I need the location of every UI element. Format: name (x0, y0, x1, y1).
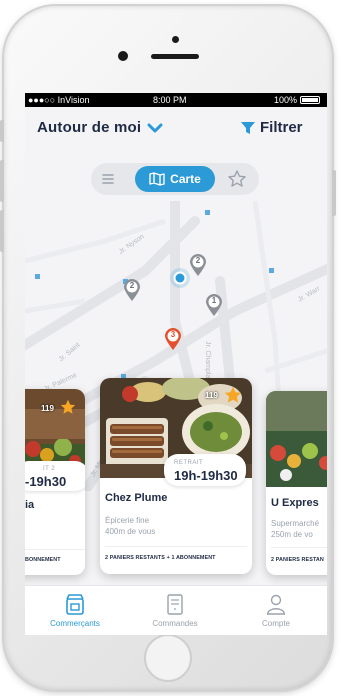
earpiece-speaker (151, 54, 199, 59)
front-camera (118, 51, 128, 61)
map-view-button[interactable]: Carte (135, 166, 215, 192)
stock-info: 2 PANIERS RESTAN (271, 557, 324, 563)
star-outline-icon (228, 170, 246, 187)
tab-commandes[interactable]: Commandes (125, 586, 225, 635)
filter-label: Filtrer (260, 119, 303, 136)
marker-number: 3 (170, 330, 176, 339)
star-icon (224, 386, 242, 403)
filter-button[interactable]: Filtrer (241, 119, 303, 136)
filter-icon (241, 121, 255, 134)
merchant-name: ia (25, 499, 35, 511)
pickup-time-box: IT 2 -19h30 (25, 461, 85, 491)
pickup-time: 19h-19h30 (174, 468, 238, 483)
home-button[interactable] (144, 634, 192, 682)
status-time: 8:00 PM (153, 95, 187, 105)
shop-icon (66, 594, 84, 615)
tab-compte[interactable]: Compte (225, 586, 327, 635)
map-marker-selected[interactable]: 3 (164, 327, 182, 351)
tab-bar: Commerçants Commandes Compte (25, 585, 327, 635)
stock-info: 2 PANIERS RESTANTS + 1 ABONNEMENT (105, 555, 216, 561)
merchant-card[interactable]: 119 RETRAIT 19h-19h30 Chez Plume Épiceri… (100, 378, 252, 574)
map-marker[interactable]: 2 (123, 278, 141, 302)
map-marker[interactable]: 2 (189, 253, 207, 277)
pickup-label: RETRAIT (174, 460, 204, 466)
power-button (332, 170, 336, 216)
merchant-card[interactable]: U Expres Supermarché 250m de vo 2 PANIER… (266, 391, 327, 575)
map-icon (149, 172, 165, 186)
location-selector[interactable]: Autour de moi (37, 119, 163, 136)
merchant-name: Chez Plume (105, 492, 168, 504)
orders-icon (167, 594, 183, 615)
app-screen: ●●●○○ InVision 8:00 PM 100% Jr. Nyson Jr… (25, 93, 327, 635)
map-marker[interactable]: 1 (205, 293, 223, 317)
marker-number: 2 (195, 256, 201, 265)
merchant-name: U Expres (271, 497, 319, 509)
tab-label: Compte (261, 619, 290, 628)
current-location-icon (170, 268, 190, 288)
volume-down-button (0, 210, 4, 252)
tab-label: Commerçants (50, 619, 100, 628)
battery-icon (300, 96, 320, 104)
list-icon (102, 174, 114, 184)
marker-number: 1 (211, 296, 217, 305)
chevron-down-icon (147, 123, 163, 132)
location-label: Autour de moi (37, 119, 142, 136)
proximity-sensor (172, 36, 179, 43)
merchant-category: Épicerie fine (105, 516, 150, 525)
merchant-distance: 400m de vous (105, 527, 156, 536)
mute-switch (0, 120, 4, 142)
map-view-label: Carte (170, 172, 201, 186)
merchant-card[interactable]: 119 IT 2 -19h30 ia BONNEMENT (25, 389, 85, 575)
status-bar: ●●●○○ InVision 8:00 PM 100% (25, 93, 327, 107)
user-icon (266, 594, 286, 615)
marker-number: 2 (129, 281, 135, 290)
card-divider (25, 549, 85, 550)
pickup-time-box: RETRAIT 19h-19h30 (164, 454, 246, 486)
tab-commercants[interactable]: Commerçants (25, 586, 125, 635)
favorites-view-button[interactable] (227, 169, 247, 189)
pickup-label: IT 2 (43, 466, 56, 472)
tab-label: Commandes (152, 619, 198, 628)
carrier-label: ●●●○○ InVision (28, 95, 90, 105)
pickup-time: -19h30 (25, 474, 67, 489)
card-divider (271, 547, 327, 548)
battery-percent: 100% (274, 95, 298, 105)
card-divider (105, 546, 247, 547)
view-toggle: Carte (91, 163, 259, 195)
rating-count: 119 (205, 391, 218, 400)
rating-count: 119 (41, 404, 54, 413)
merchant-photo (266, 391, 327, 487)
stock-info: BONNEMENT (25, 557, 61, 563)
merchant-distance: 250m de vo (271, 530, 313, 539)
star-icon (60, 399, 76, 414)
volume-up-button (0, 160, 4, 202)
list-view-button[interactable] (97, 169, 119, 189)
merchant-category: Supermarché (271, 519, 320, 528)
